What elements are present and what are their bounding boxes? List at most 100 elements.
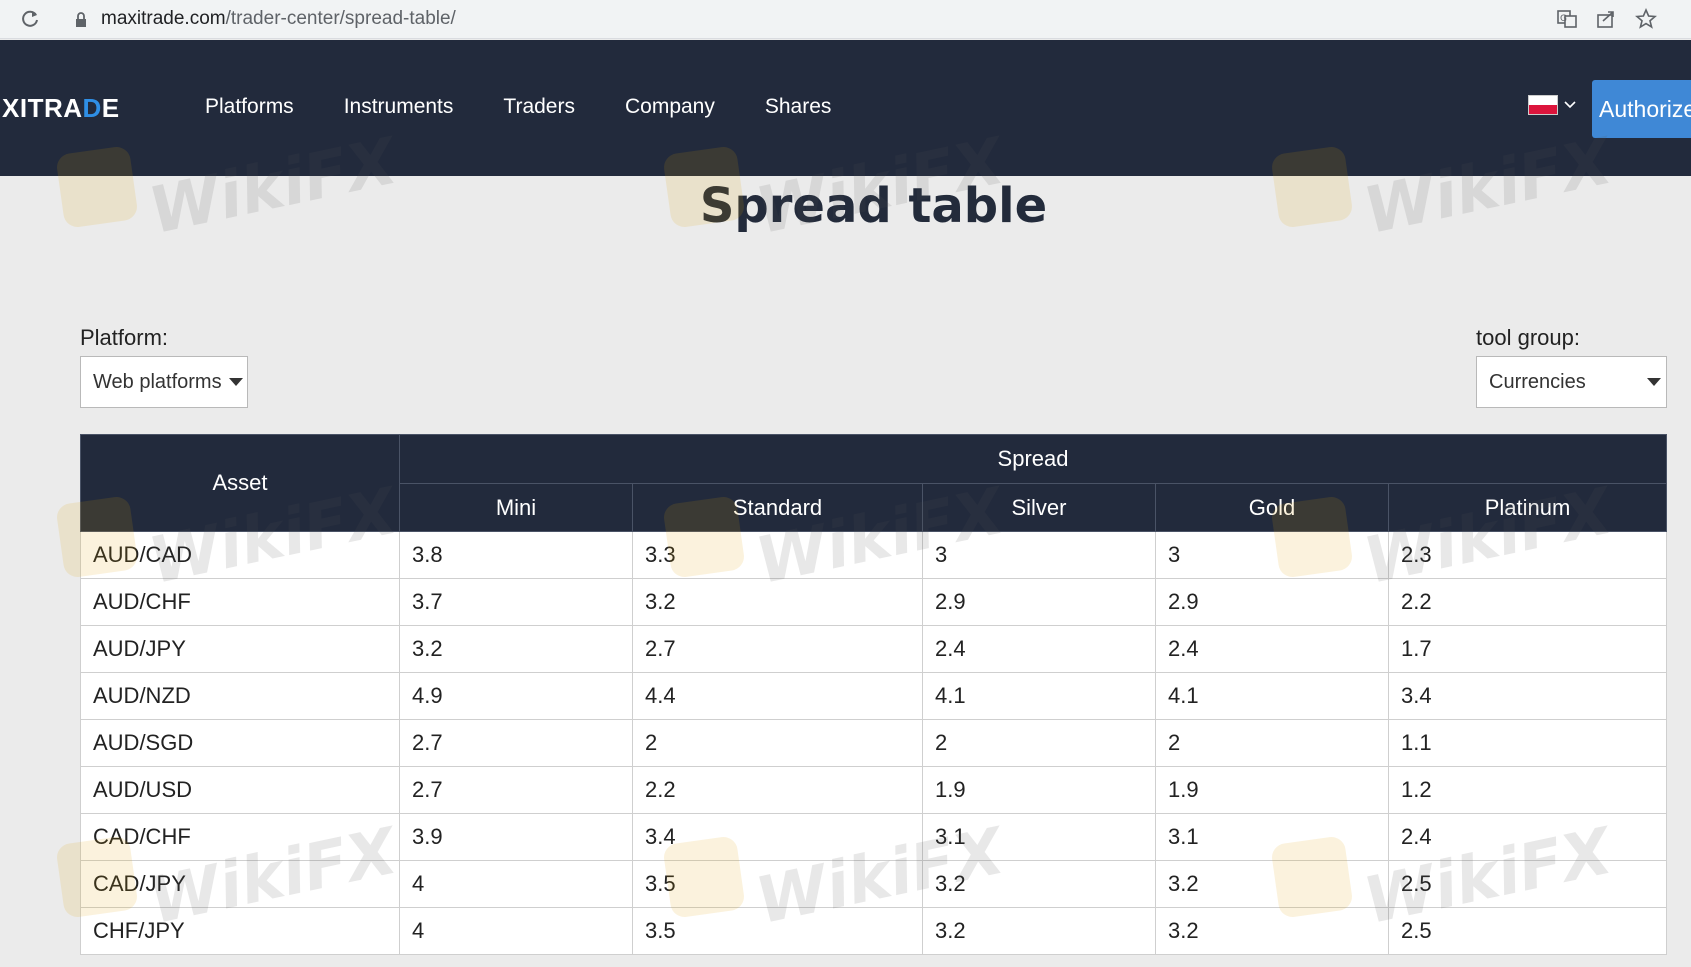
chevron-down-icon[interactable] — [1563, 100, 1577, 110]
platform-select[interactable]: Web platforms — [80, 356, 248, 408]
nav-item-traders[interactable]: Traders — [503, 95, 575, 119]
table-row: AUD/JPY 3.2 2.7 2.4 2.4 1.7 — [80, 625, 1668, 673]
spread-cell: 2.5 — [1387, 907, 1668, 955]
poland-flag-icon[interactable] — [1528, 95, 1558, 115]
table-row: CHF/JPY 4 3.5 3.2 3.2 2.5 — [80, 907, 1668, 955]
page-title: Spread table — [699, 178, 1048, 234]
asset-cell: CHF/JPY — [80, 907, 400, 955]
spread-table: Asset Spread Mini Standard Silver Gold P… — [80, 434, 1668, 955]
logo-end: E — [101, 93, 120, 123]
asset-cell: AUD/NZD — [80, 672, 400, 720]
asset-cell: AUD/USD — [80, 766, 400, 814]
url-path: /trader-center/spread-table/ — [225, 8, 456, 29]
nav-item-company[interactable]: Company — [625, 95, 715, 119]
table-row: AUD/NZD 4.9 4.4 4.1 4.1 3.4 — [80, 672, 1668, 720]
browser-address-bar: maxitrade.com/trader-center/spread-table… — [0, 0, 1691, 39]
spread-cell: 2.2 — [632, 766, 923, 814]
spread-cell: 4 — [399, 860, 633, 908]
spread-cell: 1.2 — [1387, 766, 1668, 814]
reload-icon[interactable] — [18, 7, 42, 31]
share-icon[interactable] — [1594, 7, 1618, 31]
asset-cell: CAD/JPY — [80, 860, 400, 908]
asset-cell: AUD/CAD — [80, 531, 400, 579]
svg-text:G: G — [1560, 14, 1567, 24]
spread-cell: 1.1 — [1387, 719, 1668, 767]
translate-icon[interactable]: G — [1555, 7, 1579, 31]
logo-main: XITRA — [2, 93, 83, 123]
spread-cell: 2.4 — [1155, 625, 1389, 673]
site-header: XITRADE Platforms Instruments Traders Co… — [0, 40, 1691, 176]
asset-column-header: Asset — [80, 434, 400, 532]
nav-item-shares[interactable]: Shares — [765, 95, 832, 119]
spread-cell: 3.2 — [632, 578, 923, 626]
nav-item-instruments[interactable]: Instruments — [344, 95, 454, 119]
spread-cell: 2.7 — [632, 625, 923, 673]
table-row: CAD/JPY 4 3.5 3.2 3.2 2.5 — [80, 860, 1668, 908]
tool-group-select-value: Currencies — [1489, 371, 1586, 393]
spread-cell: 3.5 — [632, 907, 923, 955]
spread-cell: 4.9 — [399, 672, 633, 720]
column-header-silver: Silver — [922, 483, 1156, 532]
spread-cell: 4 — [399, 907, 633, 955]
spread-cell: 3 — [1155, 531, 1389, 579]
column-header-mini: Mini — [399, 483, 633, 532]
platform-select-value: Web platforms — [93, 371, 222, 393]
spread-cell: 3.8 — [399, 531, 633, 579]
caret-down-icon — [229, 378, 243, 386]
spread-cell: 2 — [1155, 719, 1389, 767]
spread-cell: 2 — [922, 719, 1156, 767]
spread-cell: 3.3 — [632, 531, 923, 579]
spread-cell: 2.4 — [922, 625, 1156, 673]
spread-group-header: Spread — [398, 434, 1668, 484]
main-nav: Platforms Instruments Traders Company Sh… — [205, 95, 881, 119]
authorize-button[interactable]: Authorize — [1592, 80, 1691, 138]
spread-cell: 2.2 — [1387, 578, 1668, 626]
spread-cell: 3.2 — [1155, 907, 1389, 955]
spread-cell: 3.9 — [399, 813, 633, 861]
spread-cell: 3.2 — [922, 860, 1156, 908]
url-field[interactable]: maxitrade.com/trader-center/spread-table… — [101, 8, 456, 30]
spread-cell: 1.9 — [1155, 766, 1389, 814]
spread-cell: 3.4 — [1387, 672, 1668, 720]
spread-cell: 4.1 — [1155, 672, 1389, 720]
spread-cell: 2.7 — [399, 766, 633, 814]
spread-cell: 3.2 — [922, 907, 1156, 955]
table-row: AUD/CHF 3.7 3.2 2.9 2.9 2.2 — [80, 578, 1668, 626]
nav-item-platforms[interactable]: Platforms — [205, 95, 294, 119]
table-row: AUD/USD 2.7 2.2 1.9 1.9 1.2 — [80, 766, 1668, 814]
spread-cell: 2.7 — [399, 719, 633, 767]
spread-cell: 2.5 — [1387, 860, 1668, 908]
spread-cell: 2.9 — [1155, 578, 1389, 626]
caret-down-icon — [1647, 378, 1661, 386]
table-row: AUD/CAD 3.8 3.3 3 3 2.3 — [80, 531, 1668, 579]
tool-group-label: tool group: — [1476, 325, 1580, 350]
lock-icon[interactable] — [74, 12, 88, 28]
tool-group-select[interactable]: Currencies — [1476, 356, 1667, 408]
column-header-platinum: Platinum — [1387, 483, 1668, 532]
spread-cell: 3.1 — [1155, 813, 1389, 861]
url-domain: maxitrade.com — [101, 8, 226, 29]
spread-cell: 2.3 — [1387, 531, 1668, 579]
asset-cell: CAD/CHF — [80, 813, 400, 861]
spread-cell: 3.7 — [399, 578, 633, 626]
spread-cell: 1.9 — [922, 766, 1156, 814]
asset-cell: AUD/SGD — [80, 719, 400, 767]
spread-cell: 4.4 — [632, 672, 923, 720]
spread-cell: 3.2 — [1155, 860, 1389, 908]
column-header-gold: Gold — [1155, 483, 1389, 532]
spread-cell: 1.7 — [1387, 625, 1668, 673]
column-header-standard: Standard — [632, 483, 923, 532]
asset-cell: AUD/JPY — [80, 625, 400, 673]
spread-cell: 2.9 — [922, 578, 1156, 626]
asset-cell: AUD/CHF — [80, 578, 400, 626]
spread-cell: 4.1 — [922, 672, 1156, 720]
spread-cell: 2.4 — [1387, 813, 1668, 861]
table-row: AUD/SGD 2.7 2 2 2 1.1 — [80, 719, 1668, 767]
spread-cell: 2 — [632, 719, 923, 767]
logo-accent: D — [82, 93, 102, 123]
spread-cell: 3 — [922, 531, 1156, 579]
spread-cell: 3.1 — [922, 813, 1156, 861]
spread-cell: 3.2 — [399, 625, 633, 673]
star-icon[interactable] — [1634, 7, 1658, 31]
spread-cell: 3.5 — [632, 860, 923, 908]
